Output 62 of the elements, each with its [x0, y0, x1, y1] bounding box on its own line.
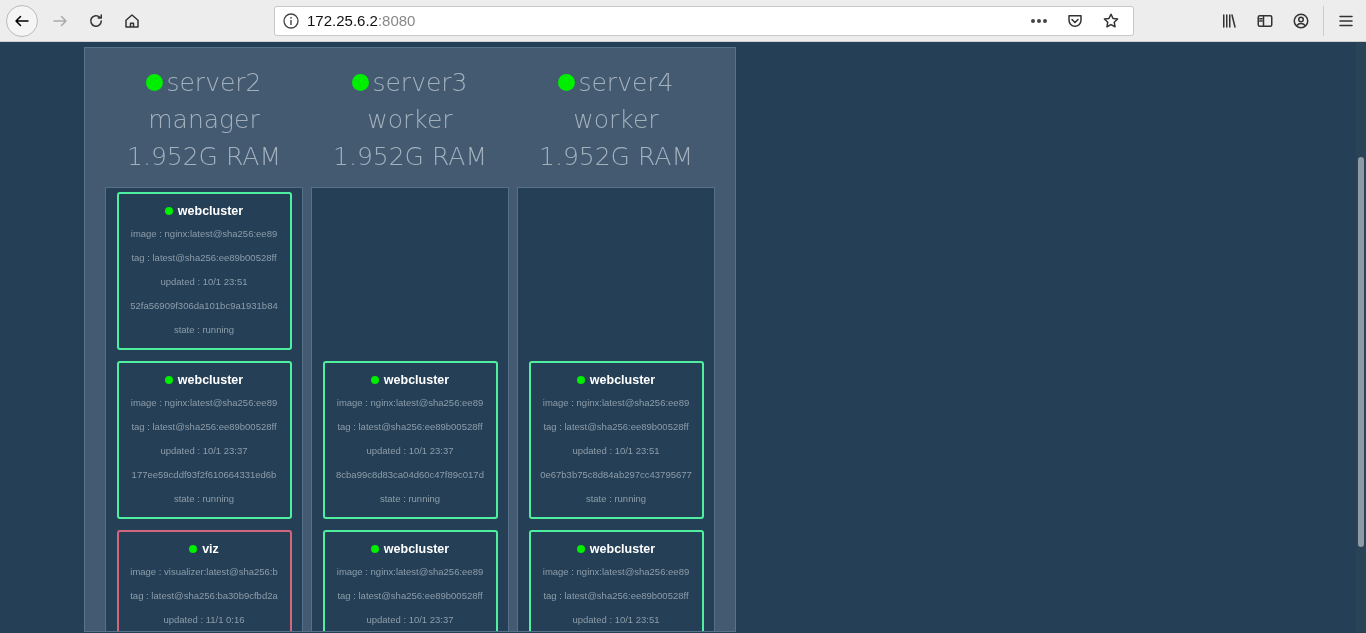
status-dot — [164, 376, 173, 384]
task-detail: updated : 10/1 23:37 — [160, 444, 248, 458]
status-dot — [576, 376, 585, 384]
status-dot — [558, 74, 576, 91]
task-name: webcluster — [383, 373, 450, 387]
node-name: server4 — [578, 67, 674, 99]
status-dot — [164, 207, 173, 215]
task-detail: tag : latest@sha256:ee89b00528ff — [337, 420, 483, 434]
address-bar[interactable]: 172.25.6.2:8080 — [274, 5, 1134, 36]
task-detail: tag : latest@sha256:ee89b00528ff — [543, 589, 689, 603]
task-detail: updated : 10/1 23:51 — [572, 444, 660, 458]
task-detail: tag : latest@sha256:ee89b00528ff — [337, 589, 483, 603]
task-detail: tag : latest@sha256:ee89b00528ff — [131, 420, 277, 434]
node-role: worker — [367, 104, 453, 136]
task-detail: updated : 10/1 23:37 — [366, 444, 454, 458]
info-icon — [283, 12, 299, 29]
status-dot — [576, 545, 585, 553]
task-name: webcluster — [177, 373, 244, 387]
node-role: worker — [573, 104, 659, 136]
task-detail: image : nginx:latest@sha256:ee89 — [336, 396, 484, 410]
task-detail: state : running — [379, 492, 441, 506]
status-dot — [370, 376, 379, 384]
task-detail: image : nginx:latest@sha256:ee89 — [130, 396, 278, 410]
task-detail: 8cba99c8d83ca04d60c47f89c017d — [336, 468, 484, 482]
url-text: 172.25.6.2:8080 — [307, 12, 416, 29]
task-detail: 0e67b3b75c8d84ab297cc43795677 — [540, 468, 692, 482]
task-detail: 177ee59cddf93f2f610664331ed6b — [131, 468, 277, 482]
task-detail: tag : latest@sha256:ba30b9cfbd2a — [130, 589, 278, 603]
status-dot — [370, 545, 379, 553]
task-detail: updated : 10/1 23:51 — [160, 275, 248, 289]
task-detail: 52fa56909f306da101bc9a1931b84 — [130, 299, 278, 313]
reload-icon — [87, 11, 105, 30]
task-name: webcluster — [589, 542, 656, 556]
task-detail: updated : 10/1 23:37 — [366, 613, 454, 627]
scrollbar[interactable] — [1356, 42, 1366, 632]
task-detail: updated : 10/1 23:51 — [572, 613, 660, 627]
node-ram: 1.952G RAM — [333, 141, 487, 173]
task-detail: state : running — [173, 492, 235, 506]
task-name: webcluster — [589, 373, 656, 387]
home-icon — [123, 11, 141, 30]
status-dot — [146, 74, 164, 91]
node-name: server2 — [166, 67, 262, 99]
task-detail: image : visualizer:latest@sha256:b — [130, 565, 278, 579]
task-detail: image : nginx:latest@sha256:ee89 — [542, 396, 690, 410]
task-detail: image : nginx:latest@sha256:ee89 — [130, 227, 278, 241]
task-name: viz — [202, 542, 219, 556]
back-button[interactable] — [6, 4, 38, 37]
node-name: server3 — [372, 67, 468, 99]
task-detail: state : running — [585, 492, 647, 506]
node-role: manager — [148, 104, 260, 136]
task-name: webcluster — [177, 204, 244, 218]
task-detail: state : running — [173, 323, 235, 337]
task-detail: tag : latest@sha256:ee89b00528ff — [543, 420, 689, 434]
status-dot — [352, 74, 370, 91]
node-ram: 1.952G RAM — [127, 141, 281, 173]
status-dot — [189, 545, 198, 553]
task-name: webcluster — [383, 542, 450, 556]
task-detail: updated : 11/1 0:16 — [163, 613, 245, 627]
task-detail: image : nginx:latest@sha256:ee89 — [336, 565, 484, 579]
node-ram: 1.952G RAM — [539, 141, 693, 173]
task-detail: image : nginx:latest@sha256:ee89 — [542, 565, 690, 579]
task-detail: tag : latest@sha256:ee89b00528ff — [131, 251, 277, 265]
